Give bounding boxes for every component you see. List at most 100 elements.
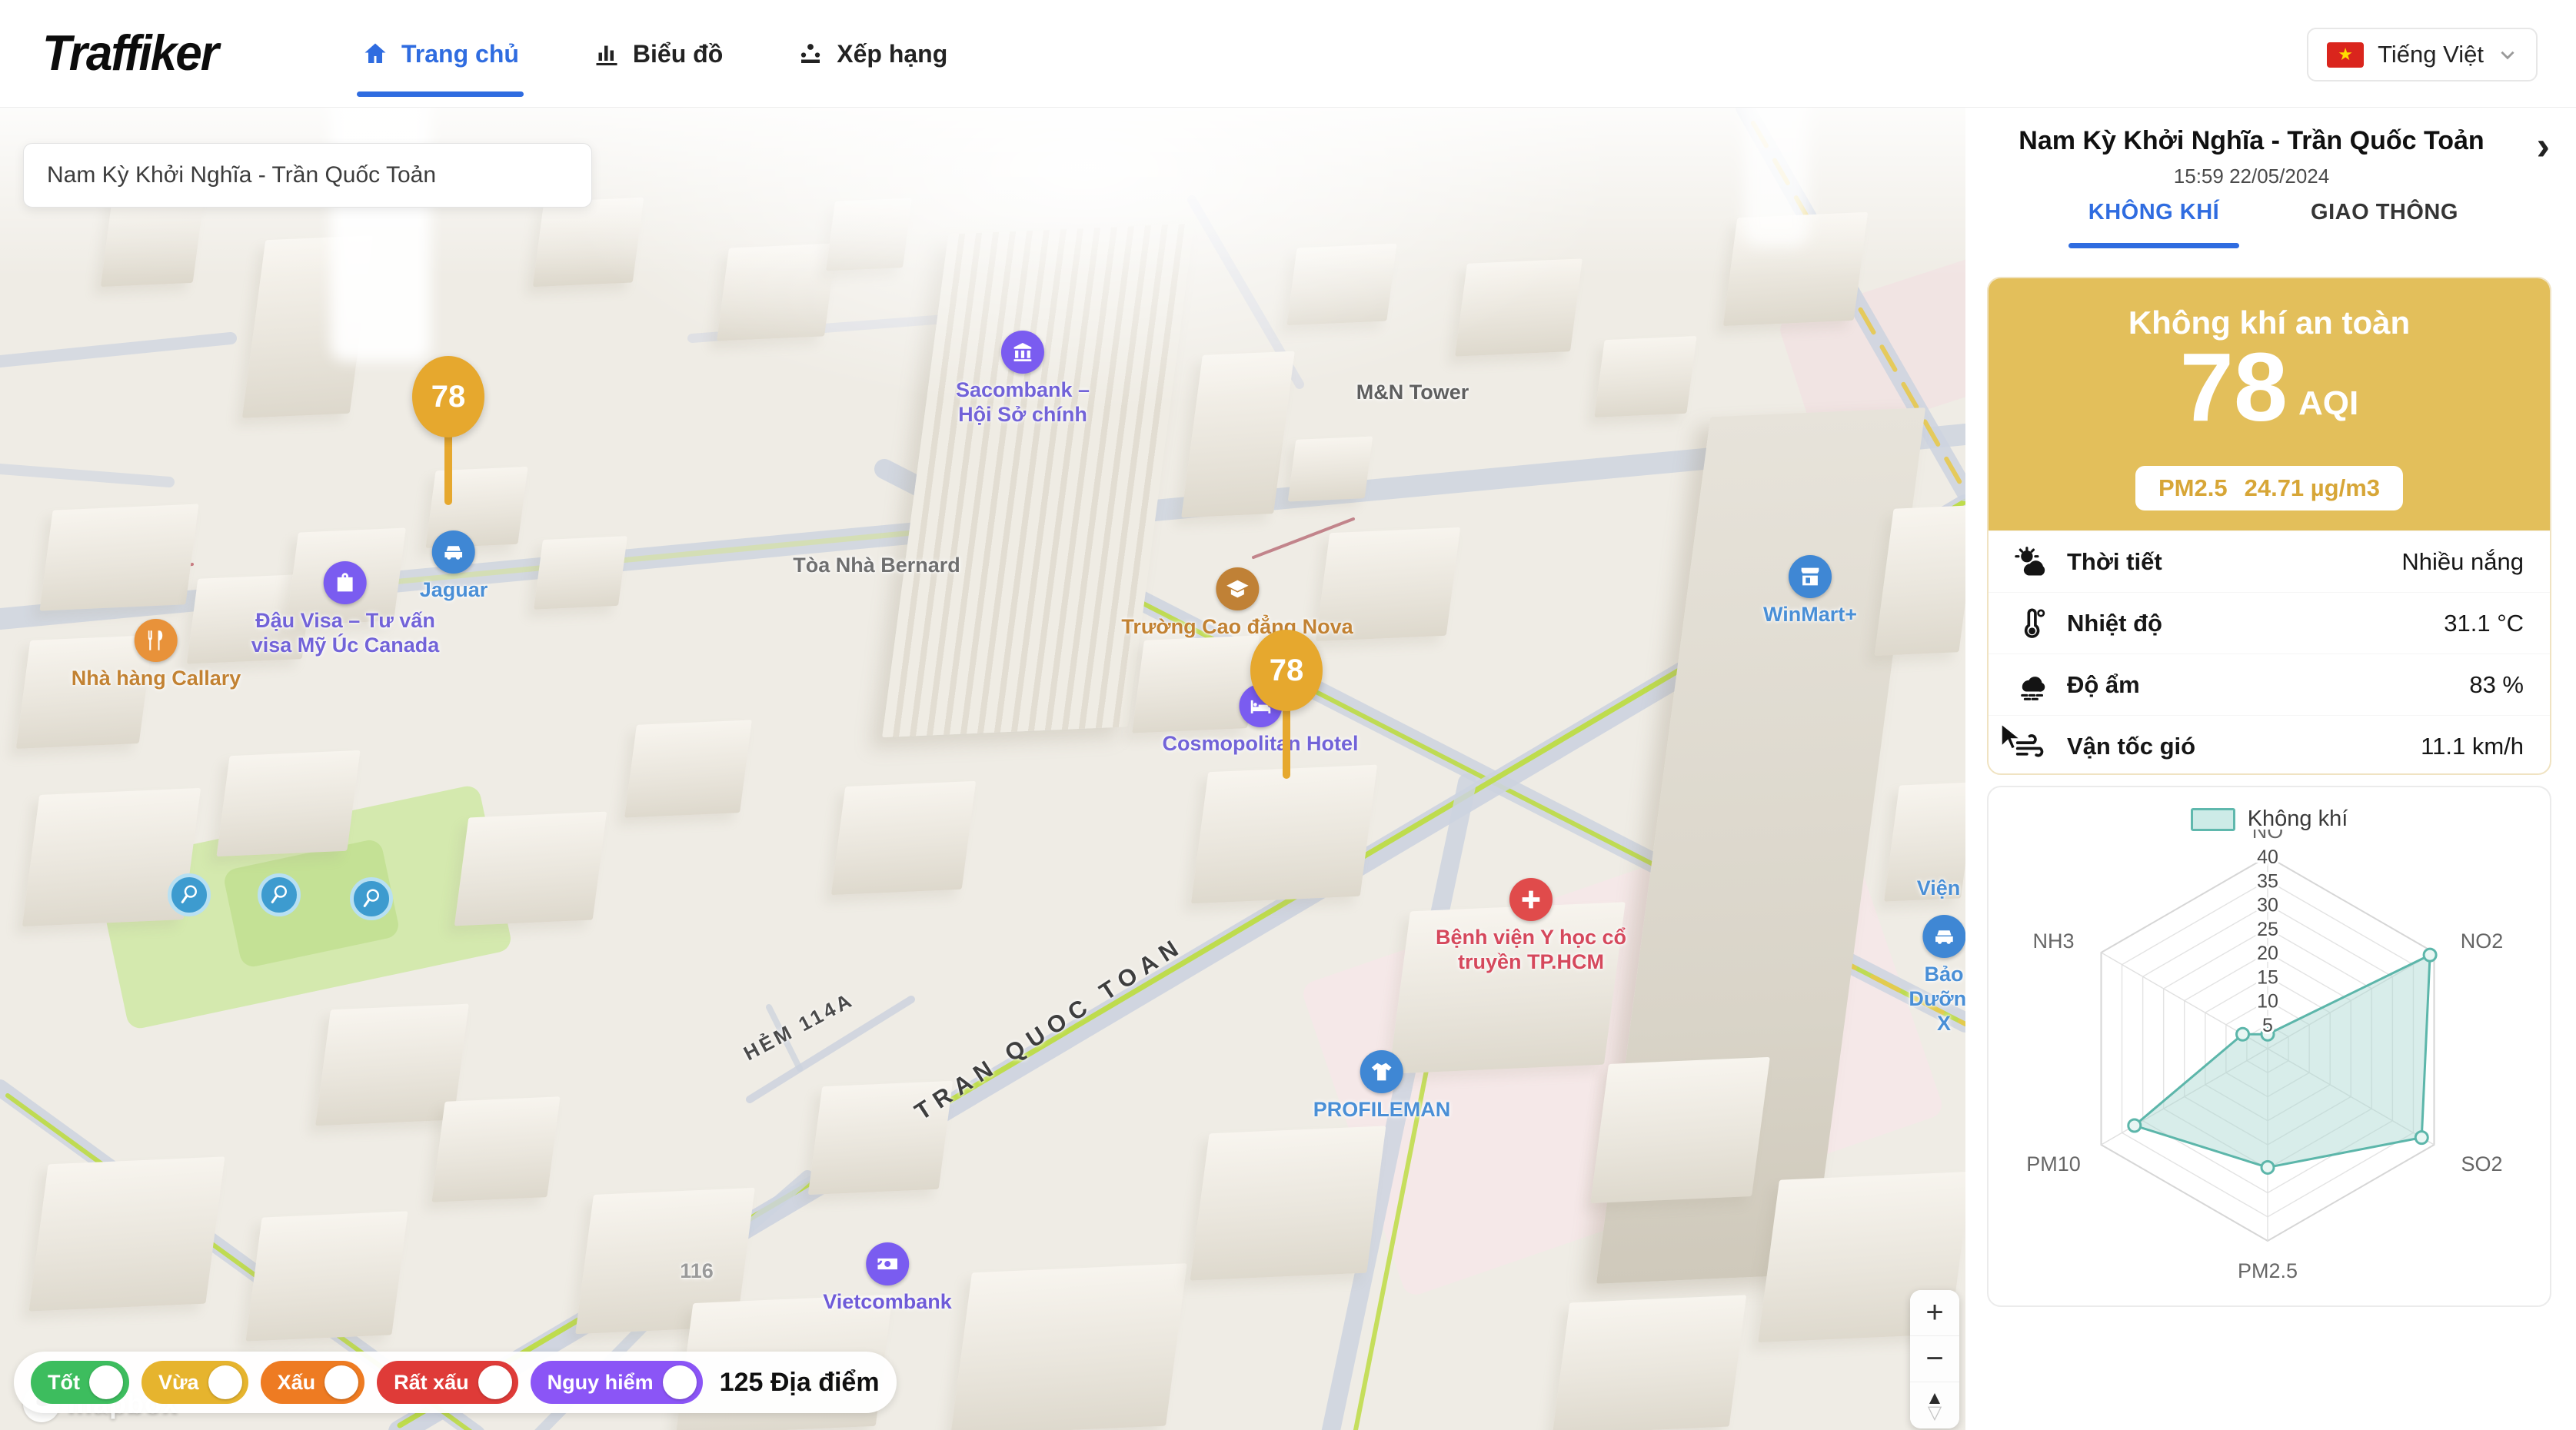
tab-air-quality[interactable]: KHÔNG KHÍ bbox=[2027, 200, 2281, 225]
svg-text:SO2: SO2 bbox=[2461, 1152, 2502, 1176]
building bbox=[533, 198, 644, 287]
tilt-compass-button[interactable]: ▲▽ bbox=[1910, 1382, 1959, 1428]
building bbox=[717, 244, 837, 341]
weather-value: 31.1 °C bbox=[2444, 610, 2524, 637]
search-input[interactable] bbox=[47, 162, 568, 188]
poi-label: M&N Tower bbox=[1356, 381, 1469, 405]
map-canvas[interactable]: TRAN QUOC TOAN HẺM 114A Sacombank – Hội … bbox=[0, 108, 1965, 1430]
bank-icon bbox=[1001, 331, 1044, 374]
nav-item-ranking[interactable]: Xếp hạng bbox=[797, 0, 947, 108]
aqi-card: Không khí an toàn 78 AQI PM2.5 24.71 µg/… bbox=[1987, 277, 2551, 775]
tab-traffic[interactable]: GIAO THÔNG bbox=[2258, 200, 2511, 225]
aqi-filter-legend: Tốt Vừa Xấu Rất xấu Nguy hiểm 125 Địa đi… bbox=[14, 1352, 897, 1413]
money-icon bbox=[866, 1242, 909, 1285]
tennis-court-icon[interactable] bbox=[350, 877, 393, 920]
weather-row: Vận tốc gió 11.1 km/h bbox=[1989, 715, 2550, 775]
mouse-cursor bbox=[1996, 721, 2027, 752]
map-poi[interactable]: WinMart+ bbox=[1763, 555, 1857, 627]
building bbox=[534, 536, 627, 609]
weather-row: Thời tiết Nhiều nắng bbox=[1989, 530, 2550, 592]
sun-cloud-icon bbox=[2015, 545, 2048, 579]
toggle-moderate[interactable]: Vừa bbox=[141, 1361, 248, 1404]
ranking-icon bbox=[797, 40, 824, 68]
map-poi[interactable]: Bệnh viện Y học cổ truyền TP.HCM bbox=[1436, 878, 1626, 975]
toggle-knob bbox=[324, 1365, 358, 1399]
language-selector[interactable]: ★ Tiếng Việt bbox=[2307, 28, 2538, 81]
pm25-label: PM2.5 bbox=[2158, 474, 2228, 502]
weather-row: Độ ẩm 83 % bbox=[1989, 653, 2550, 715]
zoom-in-button[interactable]: + bbox=[1910, 1290, 1959, 1336]
svg-text:30: 30 bbox=[2257, 895, 2278, 916]
building bbox=[29, 1156, 225, 1311]
nav-item-charts[interactable]: Biểu đồ bbox=[593, 0, 723, 108]
vietnam-flag-icon: ★ bbox=[2327, 42, 2364, 68]
location-count: 125 Địa điểm bbox=[720, 1368, 880, 1398]
building bbox=[831, 781, 976, 895]
poi-label: Nhà hàng Callary bbox=[72, 667, 241, 691]
weather-value: Nhiều nắng bbox=[2401, 548, 2524, 576]
building bbox=[245, 1211, 408, 1341]
fork-icon bbox=[135, 619, 178, 662]
top-navbar: Traffiker Trang chủ Biểu đồ Xếp hạng ★ T… bbox=[0, 0, 2576, 108]
map-poi[interactable]: Trường Cao đẳng Nova bbox=[1121, 567, 1353, 640]
poi-label: Cosmopolitan Hotel bbox=[1163, 732, 1359, 757]
map-poi[interactable]: PROFILEMAN bbox=[1313, 1050, 1451, 1122]
building bbox=[950, 1263, 1187, 1430]
map-poi[interactable]: Nhà hàng Callary bbox=[72, 619, 241, 691]
humidity-icon bbox=[2015, 668, 2048, 702]
tennis-court-icon[interactable] bbox=[258, 873, 301, 916]
map-poi[interactable]: Sacombank – Hội Sở chính bbox=[956, 331, 1090, 427]
toggle-hazardous[interactable]: Nguy hiểm bbox=[531, 1361, 703, 1404]
poi-label: Đậu Visa – Tư vấn visa Mỹ Úc Canada bbox=[251, 609, 440, 658]
aqi-value: 78 bbox=[2180, 337, 2288, 438]
map-poi[interactable]: M&N Tower bbox=[1356, 381, 1469, 405]
map-poi[interactable]: Viện bbox=[1917, 876, 1961, 901]
poi-label: WinMart+ bbox=[1763, 603, 1857, 627]
map-poi[interactable]: 116 bbox=[680, 1259, 714, 1284]
building bbox=[431, 1096, 560, 1202]
building bbox=[1594, 336, 1696, 417]
svg-text:PM10: PM10 bbox=[2026, 1152, 2081, 1176]
marker-value: 78 bbox=[1250, 630, 1323, 711]
toggle-knob bbox=[208, 1365, 242, 1399]
map-poi[interactable]: Đậu Visa – Tư vấn visa Mỹ Úc Canada bbox=[251, 561, 440, 658]
active-tab-underline bbox=[2068, 243, 2239, 248]
toggle-bad[interactable]: Xấu bbox=[261, 1361, 365, 1404]
map-poi[interactable]: Vietcombank bbox=[823, 1242, 952, 1315]
map-poi[interactable]: Bảo Dưỡng X bbox=[1909, 915, 1965, 1036]
poi-label: Viện bbox=[1917, 876, 1961, 901]
poi-label: Sacombank – Hội Sở chính bbox=[956, 378, 1090, 427]
marker-value: 78 bbox=[412, 356, 484, 437]
station-title: Nam Kỳ Khởi Nghĩa - Trần Quốc Toản bbox=[1996, 126, 2507, 156]
car-icon bbox=[1922, 915, 1965, 958]
aqi-marker[interactable]: 78 bbox=[412, 356, 484, 437]
chart-legend[interactable]: Không khí bbox=[1989, 806, 2550, 832]
building bbox=[624, 720, 752, 817]
poi-label: 116 bbox=[680, 1259, 714, 1284]
nav-item-home[interactable]: Trang chủ bbox=[361, 0, 519, 108]
toggle-knob bbox=[89, 1365, 123, 1399]
svg-text:15: 15 bbox=[2257, 966, 2278, 988]
collapse-sidebar-button[interactable]: › bbox=[2537, 123, 2550, 169]
legend-swatch bbox=[2191, 808, 2235, 831]
toggle-label: Tốt bbox=[48, 1371, 80, 1395]
thermometer-icon bbox=[2015, 607, 2048, 640]
poi-label: Vietcombank bbox=[823, 1290, 952, 1315]
map-poi[interactable]: Tòa Nhà Bernard bbox=[793, 554, 960, 578]
aqi-summary: Không khí an toàn 78 AQI PM2.5 24.71 µg/… bbox=[1989, 278, 2550, 530]
tennis-court-icon[interactable] bbox=[168, 873, 211, 916]
building bbox=[1455, 258, 1583, 356]
toggle-good[interactable]: Tốt bbox=[31, 1361, 129, 1404]
toggle-label: Nguy hiểm bbox=[547, 1371, 654, 1395]
svg-text:40: 40 bbox=[2257, 846, 2278, 868]
station-timestamp: 15:59 22/05/2024 bbox=[1965, 165, 2538, 188]
poi-label: Tòa Nhà Bernard bbox=[793, 554, 960, 578]
toggle-very-bad[interactable]: Rất xấu bbox=[377, 1361, 518, 1404]
nav-item-label: Xếp hạng bbox=[837, 40, 947, 68]
weather-label: Vận tốc gió bbox=[2067, 733, 2195, 760]
aqi-marker[interactable]: 78 bbox=[1250, 630, 1323, 711]
search-box[interactable] bbox=[23, 143, 592, 208]
shirt-icon bbox=[1360, 1050, 1403, 1093]
building bbox=[826, 198, 912, 271]
zoom-out-button[interactable]: − bbox=[1910, 1336, 1959, 1382]
